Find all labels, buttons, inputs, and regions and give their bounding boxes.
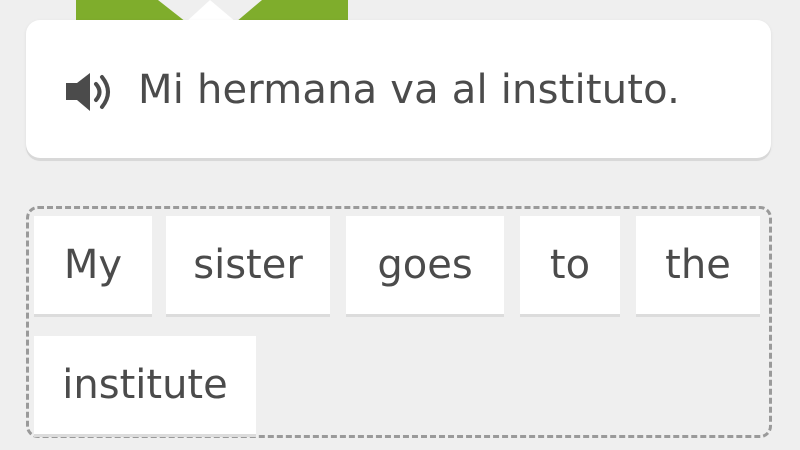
word-tile-goes[interactable]: goes <box>346 216 504 314</box>
word-tile-to[interactable]: to <box>520 216 620 314</box>
word-tile-sister[interactable]: sister <box>166 216 330 314</box>
speaker-icon <box>66 73 110 111</box>
mascot-beak-shape <box>150 0 270 22</box>
word-tile-institute[interactable]: institute <box>34 336 256 434</box>
speaker-button[interactable] <box>64 68 116 116</box>
prompt-sentence: Mi hermana va al instituto. <box>138 67 681 113</box>
word-tile-the[interactable]: the <box>636 216 760 314</box>
word-tile-my[interactable]: My <box>34 216 152 314</box>
